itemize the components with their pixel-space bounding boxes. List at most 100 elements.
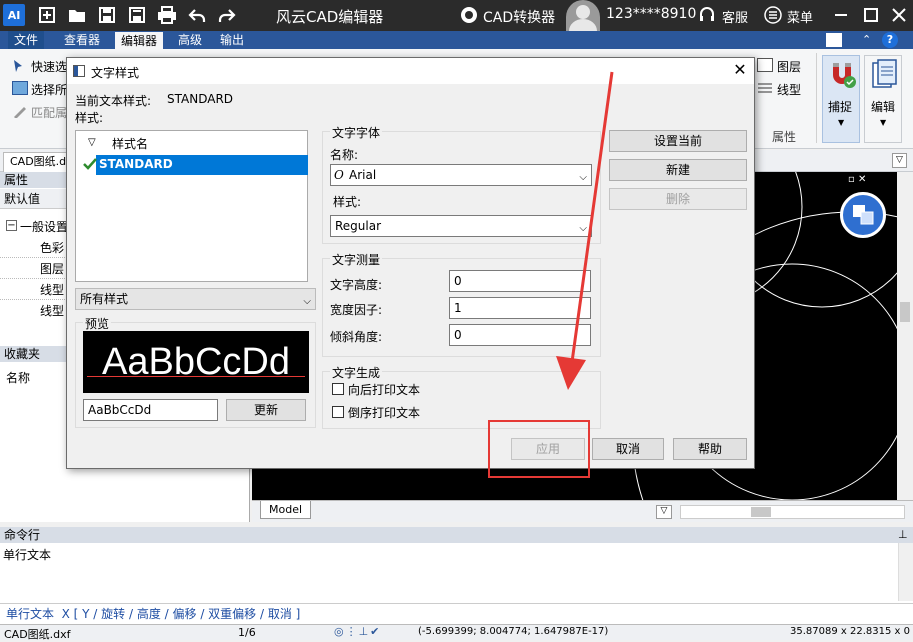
linetype-icon [757,81,773,95]
layer-icon [757,58,773,72]
menu-link[interactable]: 菜单 [787,7,813,26]
current-style-value: STANDARD [167,92,234,106]
update-button[interactable]: 更新 [226,399,306,421]
quick-select-icon [12,59,28,73]
font-name-label: 名称: [330,148,359,162]
tabs-dropdown-icon[interactable]: ▽ [892,153,907,168]
generation-group-label: 文字生成 [330,364,383,381]
select-all-button[interactable]: 选择所 [31,81,67,98]
edit-document-icon [870,59,898,89]
help-icon[interactable]: ? [882,32,898,48]
print-icon[interactable] [156,4,178,26]
prop-color: 色彩 [40,241,65,255]
prop-linetype: 线型 [40,283,65,297]
style-icon[interactable] [826,33,842,47]
scrollbar-thumb[interactable] [900,302,910,322]
minimize-icon[interactable] [830,4,852,26]
service-link[interactable]: 客服 [722,7,748,26]
preview-label: 预览 [83,315,112,332]
font-style-label: 样式: [333,195,362,209]
style-list[interactable]: ▽ 样式名 STANDARD [75,130,308,282]
menu-icon[interactable] [762,4,784,26]
preview-baseline [87,376,305,377]
upside-down-checkbox[interactable] [332,406,344,418]
magnet-icon [827,59,857,89]
command-prompt-input[interactable]: 单行文本 X [ Y / 旋转 / 高度 / 偏移 / 双重偏移 / 取消 ] [0,603,913,623]
match-props-button[interactable]: 匹配属 [31,104,67,121]
close-icon[interactable] [888,4,910,26]
general-settings: 一般设置 [20,220,69,234]
collapse-icon[interactable]: − [6,220,17,231]
translate-icon[interactable] [840,192,886,238]
undo-icon[interactable] [186,4,208,26]
canvas-bottom-bar: Model ▽ [252,500,913,522]
text-height-label: 文字高度: [330,278,383,292]
horizontal-scrollbar[interactable] [680,505,905,519]
tab-editor[interactable]: 编辑器 [115,32,164,49]
app-title: 风云CAD编辑器 [276,8,384,26]
scrollbar-thumb[interactable] [751,507,771,517]
converter-icon[interactable] [458,4,480,26]
style-list-header[interactable]: 样式名 [112,135,148,152]
snap-toggle-icons[interactable]: ◎⋮⊥✔ [334,625,381,638]
collapse-ribbon-icon[interactable]: ⌃ [862,33,871,46]
status-bar: CAD图纸.dxf 1/6 ◎⋮⊥✔ (-5.699399; 8.004774;… [0,624,913,641]
snap-label: 捕捉 [828,100,853,114]
font-style-value: Regular [335,219,382,233]
ribbon-divider [816,53,817,143]
converter-link[interactable]: CAD转换器 [483,7,555,27]
dialog-app-icon [73,65,85,77]
vertical-scrollbar[interactable] [897,172,913,500]
chevron-down-icon: ⌵ [303,296,311,307]
edit-dropdown-icon: ▼ [880,118,887,127]
quick-select-button[interactable]: 快速选 [31,58,67,75]
title-bar: AI 风云CAD编辑器 CAD转换器 123****8910 客服 菜单 [0,0,913,31]
sort-icon[interactable]: ▽ [88,137,96,148]
status-pages: 1/6 [238,626,256,639]
headset-icon[interactable] [696,4,718,26]
avatar[interactable] [566,0,600,31]
canvas-window-controls[interactable]: ▫ ✕ [848,174,866,185]
prop-layer: 图层 [40,262,65,276]
ribbon-tabs: 文件 查看器 编辑器 高级 输出 ⌃ ? [0,31,913,49]
open-folder-icon[interactable] [66,4,88,26]
account-name[interactable]: 123****8910 [606,6,696,22]
snap-dropdown-icon: ▼ [838,118,845,127]
preview-text-input[interactable]: AaBbCcDd [83,399,218,421]
list-item[interactable]: STANDARD [96,155,308,175]
dialog-title: 文字样式 [91,66,140,80]
tab-output[interactable]: 输出 [214,31,250,49]
layout-dropdown-icon[interactable]: ▽ [656,505,672,519]
backward-checkbox[interactable] [332,383,344,395]
preview-text: AaBbCcDd [102,341,290,383]
style-filter-select[interactable]: 所有样式 ⌵ [75,288,316,310]
width-factor-label: 宽度因子: [330,303,383,317]
font-group-label: 文字字体 [330,124,383,141]
cancel-button[interactable]: 取消 [592,438,664,460]
dialog-titlebar: 文字样式 ✕ [67,58,754,84]
edit-button[interactable]: 编辑 ▼ [864,55,902,143]
save-icon[interactable] [96,4,118,26]
tab-viewer[interactable]: 查看器 [58,31,106,49]
preview-canvas: AaBbCcDd [83,331,309,393]
redo-icon[interactable] [216,4,238,26]
tab-file[interactable]: 文件 [8,31,45,49]
help-button[interactable]: 帮助 [673,438,747,460]
properties-group-label: 属性 [772,130,797,144]
font-name-value: Arial [349,168,377,182]
pin-icon[interactable]: ⊥ [898,528,908,541]
save-as-icon[interactable] [126,4,148,26]
model-tab[interactable]: Model [260,501,312,519]
command-history: 单行文本 [3,548,52,562]
new-file-icon[interactable] [36,4,58,26]
styles-label: 样式: [75,111,104,125]
backward-label: 向后打印文本 [348,383,421,397]
command-scrollbar[interactable] [898,543,913,601]
linetype-button[interactable]: 线型 [777,81,801,98]
tab-advanced[interactable]: 高级 [172,31,208,49]
text-style-dialog: 文字样式 ✕ 当前文本样式: STANDARD 样式: ▽ 样式名 STANDA… [66,57,755,469]
layer-button[interactable]: 图层 [777,58,801,75]
snap-button[interactable]: 捕捉 ▼ [822,55,860,143]
dialog-close-icon[interactable]: ✕ [731,61,749,79]
maximize-icon[interactable] [860,4,882,26]
